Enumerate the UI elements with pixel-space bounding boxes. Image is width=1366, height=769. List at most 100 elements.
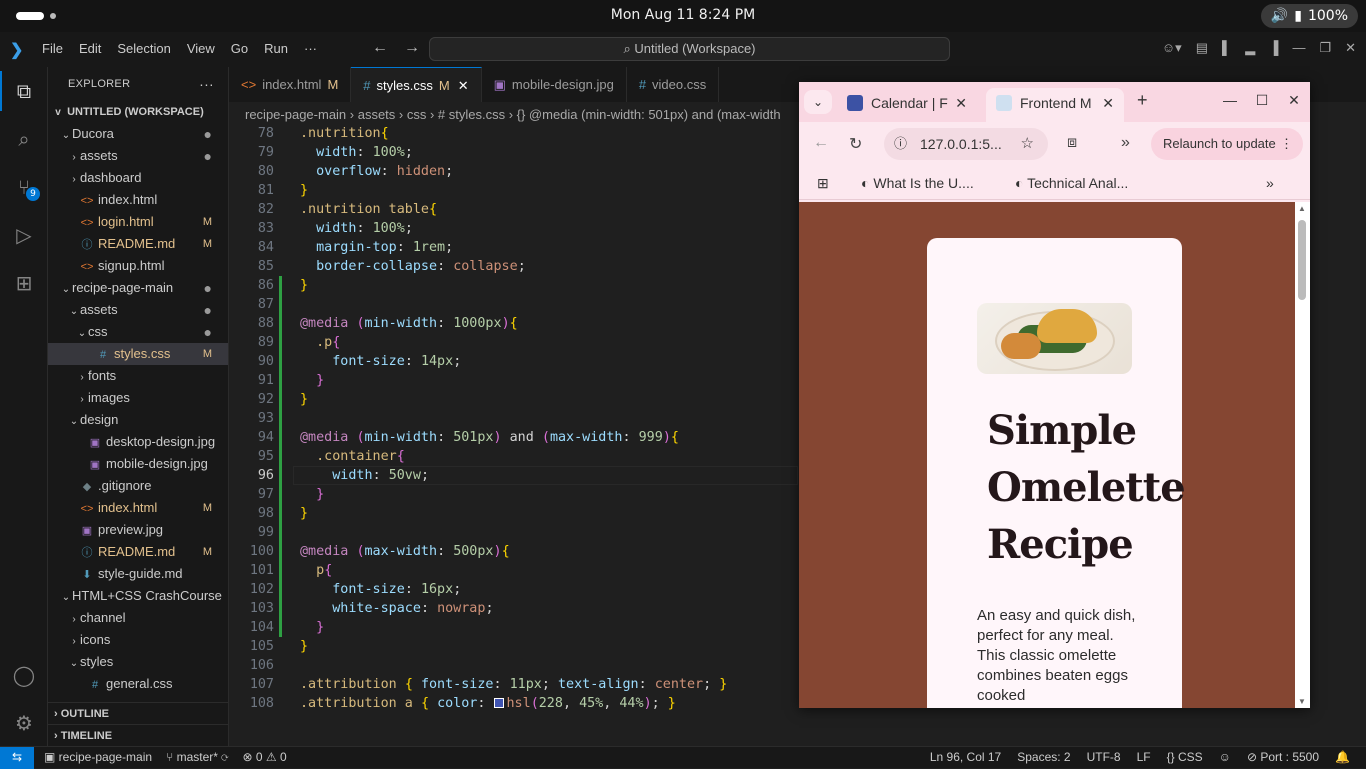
close-tab-icon[interactable]: ✕ <box>1102 88 1114 118</box>
menu-more[interactable]: ··· <box>304 41 317 56</box>
tree-item[interactable]: › dashboard <box>48 167 228 189</box>
status-folder[interactable]: ▣ recipe-page-main <box>44 750 152 764</box>
tree-item[interactable]: ⓘ README.md M <box>48 541 228 563</box>
site-info-icon[interactable]: ⓘ <box>894 128 907 160</box>
minimize-icon[interactable]: — <box>1292 40 1305 56</box>
forward-arrow-icon[interactable]: → <box>404 39 420 57</box>
more-actions-icon[interactable]: ··· <box>199 67 214 101</box>
toggle-sidebar-icon[interactable]: ▌ <box>1222 40 1231 56</box>
layout-customize-icon[interactable]: ▤ <box>1196 40 1208 56</box>
tree-item[interactable]: ▣ preview.jpg <box>48 519 228 541</box>
restore-icon[interactable]: ❐ <box>1319 40 1331 56</box>
page-scrollbar[interactable]: ▲ ▼ <box>1295 202 1310 708</box>
run-debug-icon[interactable]: ▷ <box>12 223 36 247</box>
command-center[interactable]: ⌕ Untitled (Workspace) <box>429 37 950 61</box>
status-eol[interactable]: LF <box>1137 750 1151 764</box>
more-tools-chevron-icon[interactable]: » <box>1121 134 1130 152</box>
menu-run[interactable]: Run <box>264 41 288 56</box>
tree-item[interactable]: <> signup.html <box>48 255 228 277</box>
tab-search-icon[interactable]: ⌄ <box>804 90 832 114</box>
timeline-section[interactable]: › TIMELINE <box>48 724 228 746</box>
tree-item[interactable]: ⌄ assets ● <box>48 299 228 321</box>
page-viewport[interactable]: Simple Omelette Recipe An easy and quick… <box>799 202 1295 708</box>
tree-item[interactable]: ⬇ style-guide.md <box>48 563 228 585</box>
extensions-icon[interactable]: ⊞ <box>12 271 36 295</box>
scrollbar-thumb[interactable] <box>1298 220 1306 300</box>
browser-minimize-icon[interactable]: — <box>1214 92 1246 109</box>
browser-close-icon[interactable]: ✕ <box>1278 92 1310 109</box>
tree-item[interactable]: ⓘ README.md M <box>48 233 228 255</box>
toggle-secondary-sidebar-icon[interactable]: ▐ <box>1269 40 1278 56</box>
tree-item[interactable]: ⌄ styles <box>48 651 228 673</box>
new-tab-plus-icon[interactable]: + <box>1137 90 1148 111</box>
extensions-puzzle-icon[interactable]: ⧈ <box>1067 134 1077 152</box>
bookmarks-overflow-icon[interactable]: » <box>1266 175 1274 191</box>
tree-item-label: README.md <box>98 544 176 559</box>
status-language[interactable]: {} CSS <box>1167 750 1203 764</box>
editor-tab[interactable]: ▣ mobile-design.jpg <box>482 67 627 102</box>
browser-maximize-icon[interactable]: ☐ <box>1246 92 1278 109</box>
tree-item[interactable]: ⌄ css ● <box>48 321 228 343</box>
tree-item[interactable]: <> index.html M <box>48 497 228 519</box>
status-indentation[interactable]: Spaces: 2 <box>1017 750 1070 764</box>
remote-indicator-icon[interactable]: ⇆ <box>0 747 34 769</box>
tree-item[interactable]: <> login.html M <box>48 211 228 233</box>
browser-tab-frontend[interactable]: Frontend M ✕ <box>986 88 1124 122</box>
status-problems[interactable]: ⊗ 0 ⚠ 0 <box>243 750 287 764</box>
tree-item[interactable]: › channel <box>48 607 228 629</box>
menu-view[interactable]: View <box>187 41 215 56</box>
tree-item[interactable]: ◆ .gitignore <box>48 475 228 497</box>
editor-tab[interactable]: # video.css <box>627 67 720 102</box>
tree-item[interactable]: ▣ mobile-design.jpg <box>48 453 228 475</box>
address-bar[interactable]: ⓘ 127.0.0.1:5... ☆ <box>884 128 1048 160</box>
search-icon[interactable]: ⌕ <box>12 127 36 151</box>
back-arrow-icon[interactable]: ← <box>372 39 388 57</box>
tree-item[interactable]: ⌄ design <box>48 409 228 431</box>
close-tab-icon[interactable]: ✕ <box>458 78 469 93</box>
outline-section[interactable]: › OUTLINE <box>48 702 228 724</box>
tree-item[interactable]: › assets ● <box>48 145 228 167</box>
bookmark-2[interactable]: ◐ Technical Anal... <box>1015 175 1128 191</box>
bookmark-1[interactable]: ◐ What Is the U.... <box>861 175 974 191</box>
tree-item[interactable]: ⌄ HTML+CSS CrashCourse <box>48 585 228 607</box>
editor-tab[interactable]: <> index.html M <box>229 67 352 102</box>
editor-tab[interactable]: # styles.css M ✕ <box>351 67 482 102</box>
workspace-root[interactable]: v UNTITLED (WORKSPACE) <box>48 101 228 123</box>
status-encoding[interactable]: UTF-8 <box>1087 750 1121 764</box>
menu-file[interactable]: File <box>42 41 63 56</box>
tree-item[interactable]: › images <box>48 387 228 409</box>
menu-go[interactable]: Go <box>231 41 248 56</box>
browser-reload-icon[interactable]: ↻ <box>849 134 862 154</box>
settings-gear-icon[interactable]: ⚙ <box>12 711 36 735</box>
apps-grid-icon[interactable]: ⊞ <box>817 175 829 192</box>
clock[interactable]: Mon Aug 11 8:24 PM <box>0 7 1366 23</box>
tree-item[interactable]: ⌄ Ducora ● <box>48 123 228 145</box>
status-live-server[interactable]: ⊘ Port : 5500 <box>1247 750 1319 764</box>
tree-item[interactable]: ⌄ recipe-page-main ● <box>48 277 228 299</box>
tree-item[interactable]: # styles.css M <box>48 343 228 365</box>
account-icon[interactable]: ◯ <box>12 663 36 687</box>
toggle-panel-icon[interactable]: ▂ <box>1245 40 1255 56</box>
copilot-icon[interactable]: ☺▾ <box>1162 40 1182 56</box>
browser-tab-calendar[interactable]: Calendar | F ✕ <box>837 88 977 122</box>
explorer-icon[interactable]: ⧉ <box>12 79 36 103</box>
menu-selection[interactable]: Selection <box>117 41 170 56</box>
tree-item[interactable]: › icons <box>48 629 228 651</box>
tree-item[interactable]: › fonts <box>48 365 228 387</box>
status-cursor-position[interactable]: Ln 96, Col 17 <box>930 750 1001 764</box>
notifications-bell-icon[interactable]: 🔔 <box>1335 750 1350 764</box>
tree-item[interactable]: # general.css <box>48 673 228 695</box>
bookmark-star-icon[interactable]: ☆ <box>1021 128 1034 160</box>
tree-item[interactable]: ▣ desktop-design.jpg <box>48 431 228 453</box>
menu-edit[interactable]: Edit <box>79 41 101 56</box>
tree-item[interactable]: <> index.html <box>48 189 228 211</box>
system-status-menu[interactable]: 🔊 ▮ 100% <box>1260 4 1358 28</box>
copilot-status-icon[interactable]: ☺ <box>1219 750 1231 764</box>
relaunch-to-update-button[interactable]: Relaunch to update ⋮ <box>1151 128 1303 160</box>
close-icon[interactable]: ✕ <box>1345 40 1356 56</box>
breadcrumb[interactable]: recipe-page-main › assets › css › # styl… <box>245 104 781 126</box>
kebab-menu-icon[interactable]: ⋮ <box>1280 128 1293 160</box>
status-git-branch[interactable]: ⑂ master* ⟳ <box>166 750 228 764</box>
close-tab-icon[interactable]: ✕ <box>955 88 967 118</box>
browser-back-icon[interactable]: ← <box>813 134 829 152</box>
